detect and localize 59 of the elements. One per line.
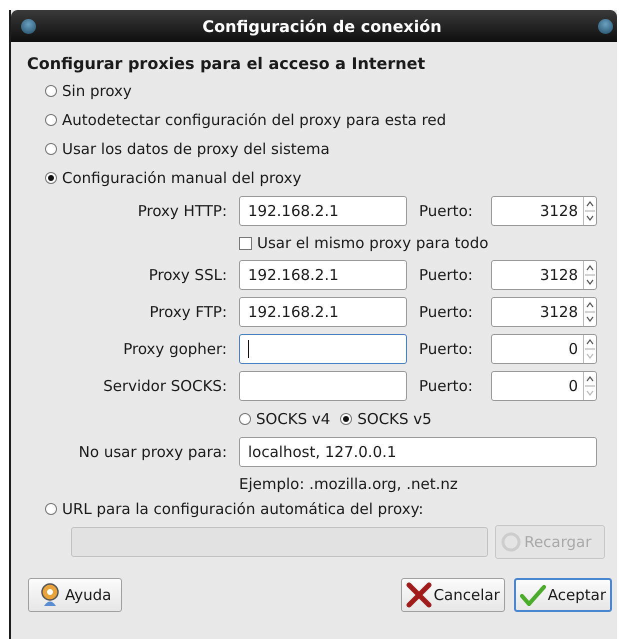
field-label: Proxy SSL: [148,266,228,284]
radio-label: URL para la configuración automática del proxy: [62,500,424,518]
accept-button[interactable]: Aceptar [514,578,612,612]
port-label: Puerto: [418,202,474,220]
host-field[interactable]: 192.168.2.1 [239,260,407,290]
port-spinner[interactable]: 3128 [491,297,597,327]
port-spinner[interactable]: 0 [491,334,597,364]
radio-label: SOCKS v4 [256,410,330,428]
no-proxy-field[interactable]: localhost, 127.0.0.1 [239,437,597,467]
spin-arrows-icon[interactable] [583,261,596,289]
port-value: 0 [568,340,579,358]
host-field[interactable]: 192.168.2.1 [239,196,407,226]
field-label: Proxy FTP: [148,303,228,321]
port-value: 3128 [540,202,579,220]
port-spinner[interactable]: 3128 [491,260,597,290]
port-label: Puerto: [418,340,474,358]
radio-label: Usar los datos de proxy del sistema [62,140,330,158]
host-field[interactable] [239,371,407,401]
field-label: Servidor SOCKS: [102,377,228,395]
reload-icon [500,531,522,553]
field-label: No usar proxy para: [78,443,228,461]
radio-button[interactable] [45,84,57,96]
field-label: Proxy HTTP: [136,202,228,220]
port-value: 0 [568,377,579,395]
checkbox-label: Usar el mismo proxy para todo [257,234,488,252]
port-label: Puerto: [418,377,474,395]
radio-label: Autodetectar configuración del proxy para esta red [62,110,446,128]
host-field[interactable]: 192.168.2.1 [239,297,407,327]
spin-arrows-icon[interactable] [583,335,596,363]
spin-arrows-icon[interactable] [583,372,596,400]
radio-label: Sin proxy [62,82,132,100]
port-label: Puerto: [418,303,474,321]
spin-arrows-icon[interactable] [583,298,596,326]
port-value: 3128 [540,303,579,321]
spin-arrows-icon[interactable] [583,197,596,225]
section-heading: Configurar proxies para el acceso a Internet [27,54,426,73]
help-button[interactable]: Ayuda [28,578,122,612]
window-title: Configuración de conexión [202,16,442,36]
field-label: Proxy gopher: [122,340,228,358]
radio-button[interactable] [45,172,57,184]
port-spinner[interactable]: 0 [491,371,597,401]
port-spinner[interactable]: 3128 [491,196,597,226]
radio-button[interactable] [45,114,57,126]
window-button-icon[interactable] [598,18,613,34]
port-label: Puerto: [418,266,474,284]
help-icon [39,582,61,608]
hint-text: Ejemplo: .mozilla.org, .net.nz [239,475,458,493]
host-field[interactable] [239,334,407,364]
radio-label: Configuración manual del proxy [62,168,302,186]
radio-button[interactable] [45,142,57,154]
checkmark-icon [520,584,546,606]
checkbox[interactable] [239,236,252,250]
port-value: 3128 [540,266,579,284]
cancel-button[interactable]: Cancelar [400,578,505,612]
radio-label: SOCKS v5 [357,410,432,428]
cross-icon [406,582,432,608]
radio-button[interactable] [340,413,352,425]
radio-button[interactable] [239,413,251,425]
window-button-icon[interactable] [21,18,36,34]
